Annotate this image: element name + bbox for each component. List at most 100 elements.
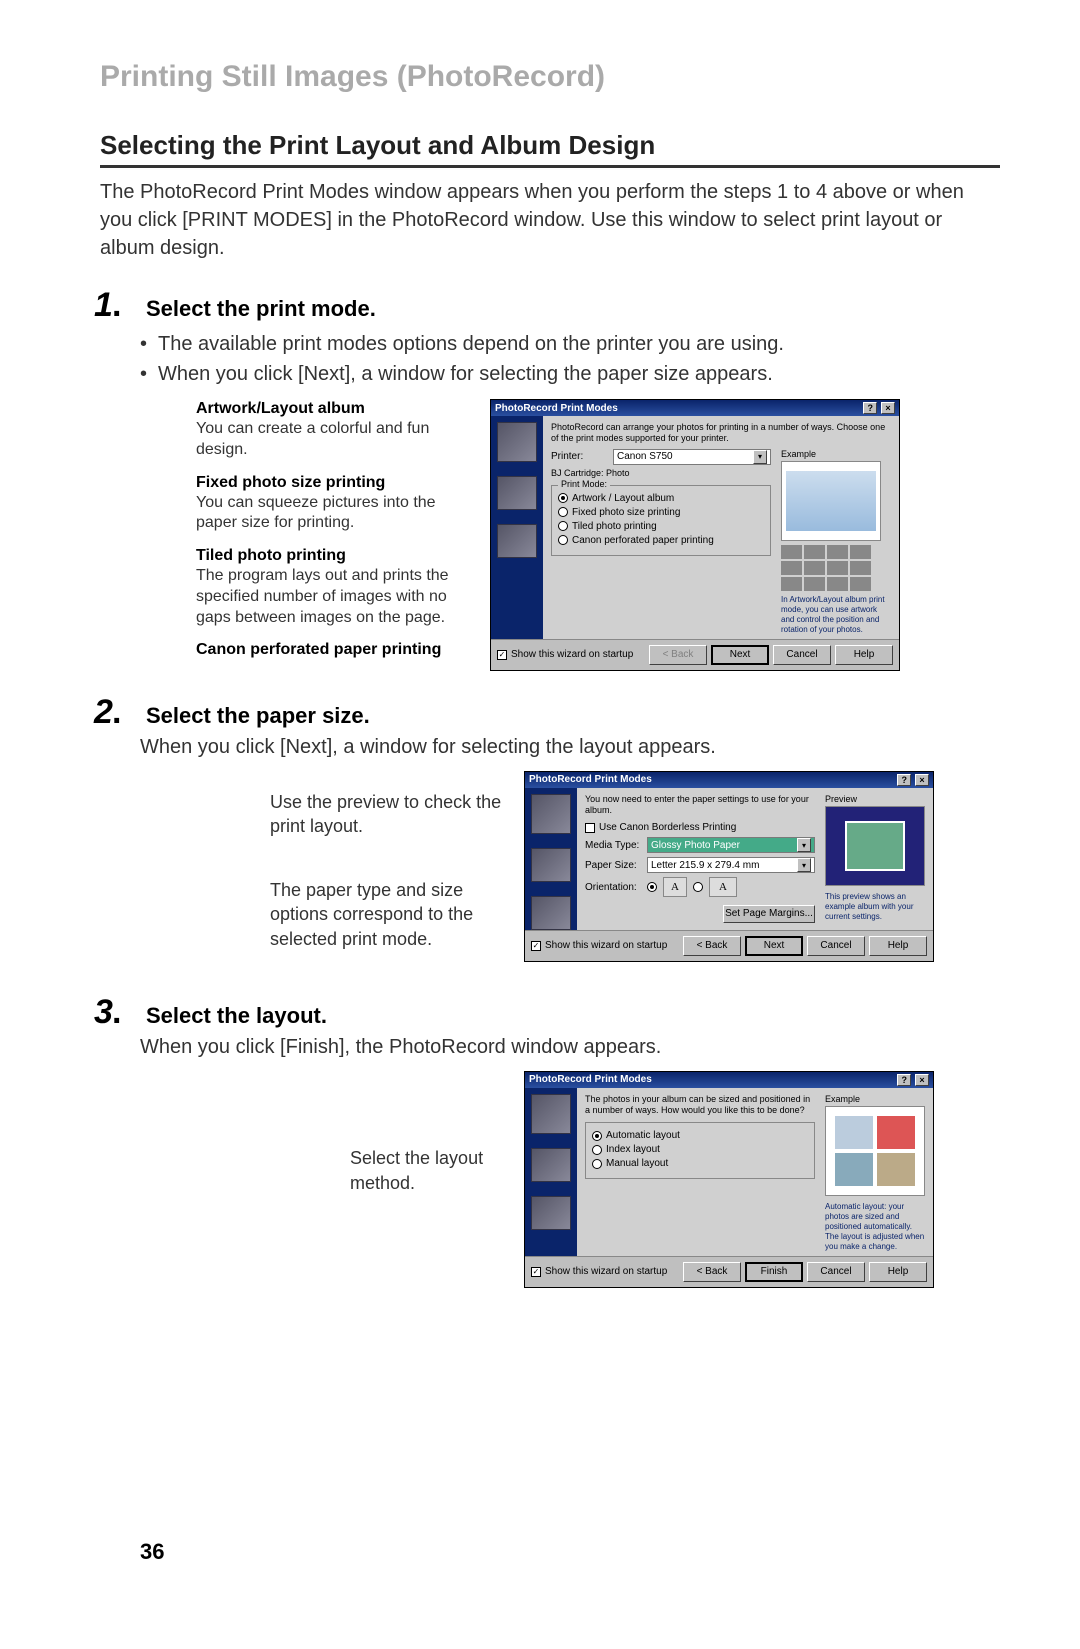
next-button[interactable]: Next — [745, 936, 803, 956]
example-label: Example — [825, 1094, 925, 1104]
orientation-landscape-radio[interactable] — [693, 882, 703, 892]
help-button[interactable]: Help — [835, 645, 893, 665]
back-button[interactable]: < Back — [649, 645, 707, 665]
show-wizard-label: Show this wizard on startup — [511, 649, 633, 660]
leader-text: Select the layout method. — [350, 1146, 510, 1195]
section-title: Selecting the Print Layout and Album Des… — [100, 130, 1000, 168]
show-wizard-label: Show this wizard on startup — [545, 1266, 667, 1277]
close-icon[interactable]: × — [915, 774, 929, 786]
set-margins-button[interactable]: Set Page Margins... — [723, 905, 815, 923]
dialog-paper-size: PhotoRecord Print Modes ? × — [524, 771, 934, 962]
preview-label: Preview — [825, 794, 925, 804]
borderless-checkbox[interactable]: Use Canon Borderless Printing — [585, 822, 815, 833]
leader-text: Use the preview to check the print layou… — [270, 790, 510, 839]
step-number: 1 — [94, 286, 134, 325]
back-button[interactable]: < Back — [683, 936, 741, 956]
radio-fixed[interactable]: Fixed photo size printing — [558, 507, 764, 518]
help-button[interactable]: Help — [869, 1262, 927, 1282]
dialog-title: PhotoRecord Print Modes — [529, 774, 652, 785]
help-icon[interactable]: ? — [897, 1074, 911, 1086]
chapter-title: Printing Still Images (PhotoRecord) — [100, 60, 1000, 94]
size-label: Paper Size: — [585, 860, 641, 871]
dialog-title: PhotoRecord Print Modes — [529, 1074, 652, 1085]
close-icon[interactable]: × — [915, 1074, 929, 1086]
radio-artwork[interactable]: Artwork / Layout album — [558, 493, 764, 504]
show-wizard-label: Show this wizard on startup — [545, 940, 667, 951]
printer-label: Printer: — [551, 451, 607, 462]
wizard-icon — [497, 524, 537, 558]
example-preview — [781, 461, 881, 541]
cartridge-text: BJ Cartridge: Photo — [551, 468, 771, 479]
dialog-description: The photos in your album can be sized an… — [585, 1094, 815, 1117]
printer-combo[interactable]: Canon S750 ▾ — [613, 449, 771, 465]
finish-button[interactable]: Finish — [745, 1262, 803, 1282]
checkbox-label: Use Canon Borderless Printing — [599, 822, 736, 833]
dialog-description: PhotoRecord can arrange your photos for … — [551, 422, 891, 445]
chevron-down-icon[interactable]: ▾ — [797, 858, 811, 872]
step-1: 1 Select the print mode. The available p… — [100, 286, 1000, 671]
cancel-button[interactable]: Cancel — [773, 645, 831, 665]
example-thumbnails — [781, 545, 871, 591]
orientation-portrait-radio[interactable] — [647, 882, 657, 892]
callout-title: Canon perforated paper printing — [196, 641, 476, 659]
cancel-button[interactable]: Cancel — [807, 936, 865, 956]
help-button[interactable]: Help — [869, 936, 927, 956]
radio-label: Canon perforated paper printing — [572, 535, 714, 546]
step-body-text: When you click [Next], a window for sele… — [140, 736, 1000, 759]
wizard-sidebar — [491, 416, 543, 639]
wizard-icon — [531, 1196, 571, 1230]
chevron-down-icon[interactable]: ▾ — [797, 838, 811, 852]
landscape-icon: A — [709, 877, 737, 897]
paper-size-combo[interactable]: Letter 215.9 x 279.4 mm ▾ — [647, 857, 815, 873]
next-button[interactable]: Next — [711, 645, 769, 665]
wizard-icon — [531, 1148, 571, 1182]
radio-perforated[interactable]: Canon perforated paper printing — [558, 535, 764, 546]
cancel-button[interactable]: Cancel — [807, 1262, 865, 1282]
info-text: This preview shows an example album with… — [825, 892, 925, 922]
printer-value: Canon S750 — [617, 451, 673, 462]
page-number: 36 — [140, 1539, 164, 1565]
orientation-label: Orientation: — [585, 882, 641, 893]
dialog-description: You now need to enter the paper settings… — [585, 794, 815, 817]
chevron-down-icon[interactable]: ▾ — [753, 450, 767, 464]
wizard-sidebar — [525, 1088, 577, 1256]
example-label: Example — [781, 449, 891, 459]
help-icon[interactable]: ? — [863, 402, 877, 414]
wizard-sidebar — [525, 788, 577, 930]
dialog-layout: PhotoRecord Print Modes ? × — [524, 1071, 934, 1288]
radio-label: Automatic layout — [606, 1130, 680, 1141]
wizard-icon — [497, 422, 537, 462]
show-wizard-checkbox[interactable]: ✓ — [531, 1267, 541, 1277]
help-icon[interactable]: ? — [897, 774, 911, 786]
size-value: Letter 215.9 x 279.4 mm — [651, 860, 759, 871]
wizard-icon — [531, 896, 571, 930]
close-icon[interactable]: × — [881, 402, 895, 414]
info-text: Automatic layout: your photos are sized … — [825, 1202, 925, 1252]
callout-body: You can create a colorful and fun design… — [196, 419, 476, 461]
media-combo[interactable]: Glossy Photo Paper ▾ — [647, 837, 815, 853]
step-title: Select the paper size. — [146, 703, 370, 729]
radio-label: Index layout — [606, 1144, 660, 1155]
back-button[interactable]: < Back — [683, 1262, 741, 1282]
bullet-text: The available print modes options depend… — [140, 329, 1000, 359]
radio-label: Tiled photo printing — [572, 521, 657, 532]
show-wizard-checkbox[interactable]: ✓ — [497, 650, 507, 660]
step-number: 3 — [94, 993, 134, 1032]
dialog-print-mode: PhotoRecord Print Modes ? × PhotoRecord … — [490, 399, 900, 671]
radio-index[interactable]: Index layout — [592, 1144, 808, 1155]
dialog-title: PhotoRecord Print Modes — [495, 403, 618, 414]
radio-label: Manual layout — [606, 1158, 668, 1169]
portrait-icon: A — [663, 877, 687, 897]
wizard-icon — [531, 1094, 571, 1134]
radio-tiled[interactable]: Tiled photo printing — [558, 521, 764, 532]
example-preview — [825, 1106, 925, 1196]
step-number: 2 — [94, 693, 134, 732]
wizard-icon — [497, 476, 537, 510]
radio-automatic[interactable]: Automatic layout — [592, 1130, 808, 1141]
media-label: Media Type: — [585, 840, 641, 851]
radio-manual[interactable]: Manual layout — [592, 1158, 808, 1169]
radio-label: Artwork / Layout album — [572, 493, 674, 504]
show-wizard-checkbox[interactable]: ✓ — [531, 941, 541, 951]
step-2: 2 Select the paper size. When you click … — [100, 693, 1000, 971]
step-title: Select the print mode. — [146, 296, 376, 322]
